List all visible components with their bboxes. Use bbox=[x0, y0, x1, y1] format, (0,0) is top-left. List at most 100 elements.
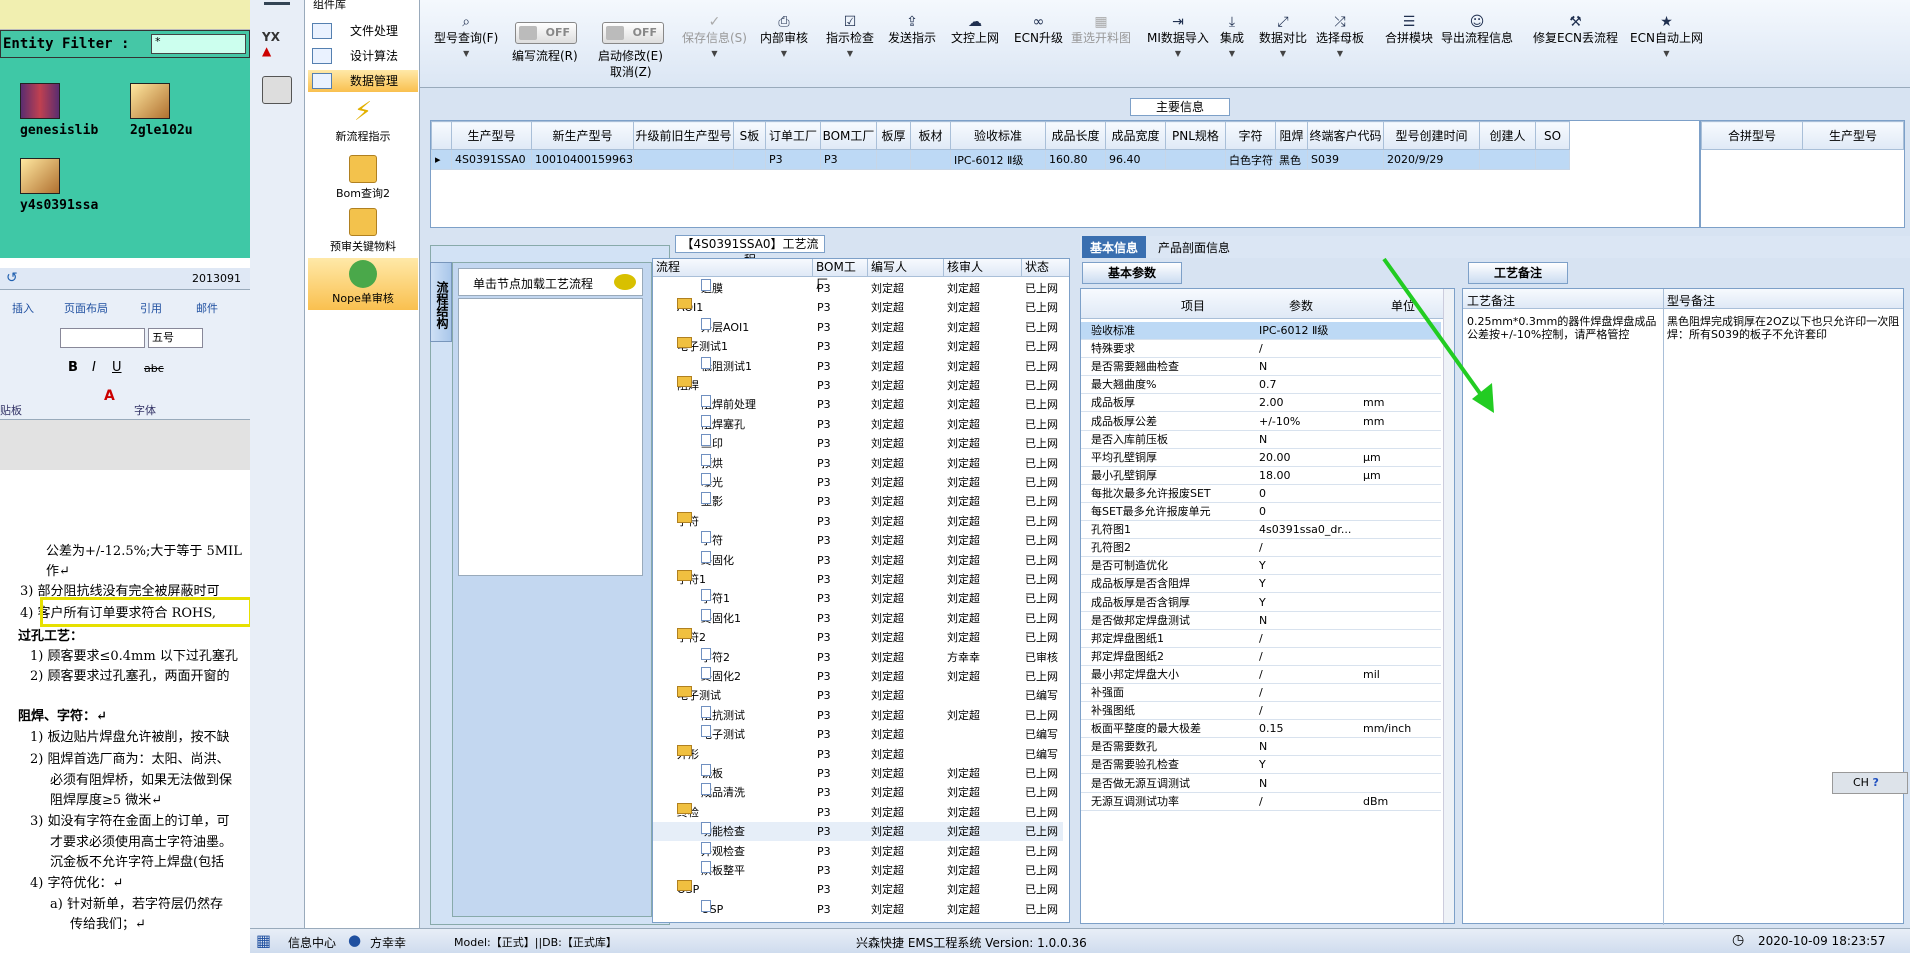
underline-button[interactable]: U bbox=[112, 360, 122, 375]
ribbon-tab[interactable]: 引用 bbox=[140, 300, 162, 316]
tree-row[interactable]: 预烘 P3 刘定超 刘定超 已上网 bbox=[653, 453, 1063, 473]
basic-value[interactable]: IPC-6012 Ⅱ级 bbox=[1259, 322, 1328, 340]
mi-import-button[interactable]: ⇥ MI数据导入 ▼ bbox=[1147, 14, 1209, 62]
desktop-icon-y4s0391ssa[interactable]: y4s0391ssa bbox=[0, 158, 110, 213]
basic-value[interactable]: Y bbox=[1259, 756, 1266, 774]
ribbon-tab[interactable]: 插入 bbox=[12, 300, 34, 316]
basic-row[interactable]: 补强面 / bbox=[1081, 684, 1441, 702]
tree-row[interactable]: 阻焊塞孔 P3 刘定超 刘定超 已上网 bbox=[653, 414, 1063, 434]
basic-row[interactable]: 是否需要验孔检查 Y bbox=[1081, 756, 1441, 775]
tree-row[interactable]: OSP P3 刘定超 刘定超 已上网 bbox=[653, 899, 1063, 919]
load-process-button[interactable]: 单击节点加载工艺流程 bbox=[458, 268, 643, 296]
main-cell[interactable]: P3 bbox=[764, 149, 821, 170]
tree-row[interactable]: AOI1 P3 刘定超 刘定超 已上网 bbox=[653, 298, 1063, 317]
main-cell[interactable]: 黑色 bbox=[1274, 149, 1308, 170]
tree-row[interactable]: 终固化 P3 刘定超 刘定超 已上网 bbox=[653, 550, 1063, 570]
basic-value[interactable]: / bbox=[1259, 539, 1263, 557]
strikethrough-button[interactable]: abc bbox=[144, 362, 164, 375]
nav-bom-query[interactable]: Bom查询2 bbox=[308, 155, 418, 201]
tree-row[interactable]: 字符 P3 刘定超 刘定超 已上网 bbox=[653, 531, 1063, 550]
tree-row[interactable]: 字符1 P3 刘定超 刘定超 已上网 bbox=[653, 570, 1063, 589]
grid-icon[interactable]: ▦ bbox=[256, 931, 271, 950]
nav-item-algorithm[interactable]: 设计算法 bbox=[308, 45, 418, 67]
main-header[interactable]: S板 bbox=[732, 121, 766, 150]
basic-value[interactable]: / bbox=[1259, 666, 1263, 684]
basic-value[interactable]: / bbox=[1259, 702, 1263, 720]
merge-header[interactable]: 生产型号 bbox=[1802, 121, 1904, 150]
basic-row[interactable]: 每批次最多允许报废SET 0 bbox=[1081, 485, 1441, 503]
tree-row[interactable]: 电子测试1 P3 刘定超 刘定超 已上网 bbox=[653, 337, 1063, 356]
tree-row[interactable]: 成品清洗 P3 刘定超 刘定超 已上网 bbox=[653, 783, 1063, 802]
basic-value[interactable]: Y bbox=[1259, 575, 1266, 593]
tree-row[interactable]: 电子测试 P3 刘定超 已编写 bbox=[653, 725, 1063, 744]
basic-value[interactable]: N bbox=[1259, 612, 1267, 630]
font-size-select[interactable]: 五号 bbox=[148, 328, 203, 348]
tree-row[interactable]: 字符1 P3 刘定超 刘定超 已上网 bbox=[653, 589, 1063, 608]
fix-ecn-button[interactable]: ⚒ 修复ECN丢流程 bbox=[1533, 14, 1618, 46]
basic-value[interactable]: / bbox=[1259, 340, 1263, 358]
basic-row[interactable]: 孔符图2 / bbox=[1081, 539, 1441, 558]
basic-value[interactable]: / bbox=[1259, 793, 1263, 811]
basic-value[interactable]: 2.00 bbox=[1259, 394, 1284, 412]
cancel-label[interactable]: 取消(Z) bbox=[610, 64, 652, 80]
basic-value[interactable]: 20.00 bbox=[1259, 449, 1291, 467]
basic-row[interactable]: 成品板厚公差 +/-10% mm bbox=[1081, 413, 1441, 431]
main-cell[interactable]: P3 bbox=[819, 149, 877, 170]
main-header[interactable]: 字符 bbox=[1224, 121, 1276, 150]
tree-header[interactable]: BOM工厂 bbox=[813, 259, 868, 291]
main-header[interactable]: 成品宽度 bbox=[1104, 121, 1166, 150]
entity-filter-input[interactable]: * bbox=[151, 34, 246, 54]
doc-control-online-button[interactable]: ☁ 文控上网 bbox=[951, 14, 999, 46]
ribbon-tab[interactable]: 页面布局 bbox=[64, 300, 108, 316]
basic-row[interactable]: 成品板厚是否含阻焊 Y bbox=[1081, 575, 1441, 594]
basic-value[interactable]: Y bbox=[1259, 594, 1266, 612]
bold-button[interactable]: B bbox=[68, 360, 78, 375]
tree-header[interactable]: 状态 bbox=[1022, 259, 1069, 277]
tree-row[interactable]: 烘板整平 P3 刘定超 刘定超 已上网 bbox=[653, 861, 1063, 880]
main-header[interactable]: 阻焊 bbox=[1274, 121, 1308, 150]
tree-row[interactable]: 阻焊 P3 刘定超 刘定超 已上网 bbox=[653, 376, 1063, 395]
main-header[interactable]: 板材 bbox=[909, 121, 951, 150]
main-header[interactable]: 新生产型号 bbox=[531, 121, 634, 150]
menu-icon[interactable] bbox=[264, 2, 290, 5]
merge-header[interactable]: 合拼型号 bbox=[1701, 121, 1803, 150]
main-cell[interactable]: S039 bbox=[1306, 149, 1384, 170]
help-icon[interactable]: ? bbox=[1872, 776, 1878, 789]
tree-row[interactable]: 曝光 P3 刘定超 刘定超 已上网 bbox=[653, 473, 1063, 492]
basic-value[interactable]: 18.00 bbox=[1259, 467, 1291, 485]
main-cell[interactable]: 4S0391SSA0 bbox=[451, 149, 532, 170]
basic-row[interactable]: 邦定焊盘图纸1 / bbox=[1081, 630, 1441, 648]
main-cell[interactable]: 白色字符 bbox=[1224, 149, 1276, 170]
main-cell[interactable] bbox=[1164, 149, 1226, 170]
basic-value[interactable]: 0 bbox=[1259, 503, 1266, 521]
main-cell[interactable]: IPC-6012 Ⅱ级 bbox=[949, 149, 1046, 170]
basic-value[interactable]: Y bbox=[1259, 557, 1266, 575]
send-instruction-button[interactable]: ⇪ 发送指示 bbox=[888, 14, 936, 46]
basic-row[interactable]: 成品板厚是否含铜厚 Y bbox=[1081, 594, 1441, 612]
main-header[interactable]: 终端客户代码 bbox=[1306, 121, 1384, 150]
basic-row[interactable]: 邦定焊盘图纸2 / bbox=[1081, 648, 1441, 666]
basic-row[interactable]: 平均孔壁铜厚 20.00 μm bbox=[1081, 449, 1441, 467]
basic-row[interactable]: 无源互调测试功率 / dBm bbox=[1081, 793, 1441, 811]
tree-row[interactable]: 终固化2 P3 刘定超 刘定超 已上网 bbox=[653, 667, 1063, 686]
main-header[interactable]: 生产型号 bbox=[451, 121, 532, 150]
basic-row[interactable]: 是否做邦定焊盘测试 N bbox=[1081, 612, 1441, 630]
tree-row[interactable]: 字符 P3 刘定超 刘定超 已上网 bbox=[653, 511, 1063, 531]
basic-value[interactable]: N bbox=[1259, 738, 1267, 756]
main-header[interactable]: 板厚 bbox=[875, 121, 911, 150]
basic-row[interactable]: 是否做无源互调测试 N bbox=[1081, 775, 1441, 793]
reselect-cut-chart-button[interactable]: ▦ 重选开料图 bbox=[1071, 14, 1131, 46]
main-header[interactable]: 型号创建时间 bbox=[1382, 121, 1480, 150]
basic-header[interactable]: 参数 bbox=[1289, 297, 1313, 314]
yx-logo-icon[interactable]: YX ▲ bbox=[262, 30, 292, 60]
basic-row[interactable]: 最小孔壁铜厚 18.00 μm bbox=[1081, 467, 1441, 485]
tree-row[interactable]: 终检 P3 刘定超 刘定超 已上网 bbox=[653, 802, 1063, 822]
main-cell[interactable] bbox=[632, 149, 734, 170]
main-cell[interactable] bbox=[909, 149, 951, 170]
basic-row[interactable]: 板面平整度的最大极差 0.15 mm/inch bbox=[1081, 720, 1441, 739]
main-header[interactable]: 成品长度 bbox=[1044, 121, 1106, 150]
basic-value[interactable]: 4s0391ssa0_dr... bbox=[1259, 521, 1351, 539]
ribbon-tab[interactable]: 邮件 bbox=[196, 300, 218, 316]
tree-row[interactable]: 外观检查 P3 刘定超 刘定超 已上网 bbox=[653, 841, 1063, 861]
nav-item-file[interactable]: 文件处理 bbox=[308, 20, 418, 42]
